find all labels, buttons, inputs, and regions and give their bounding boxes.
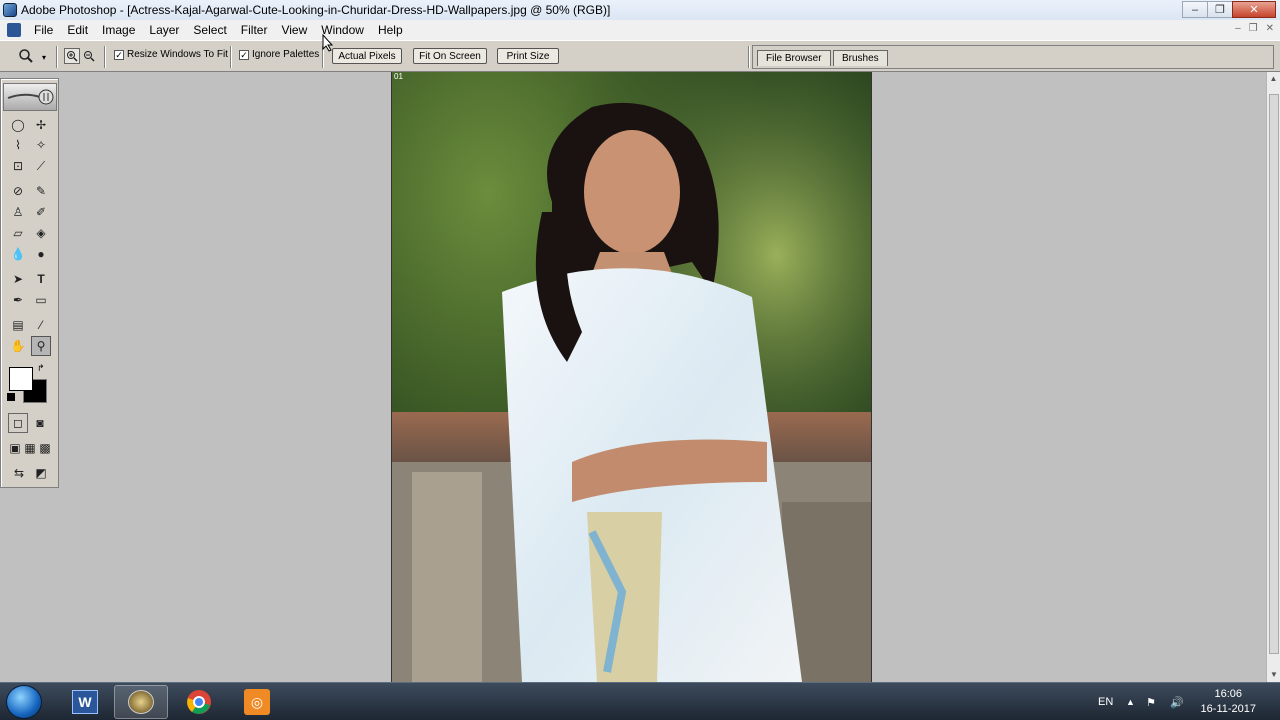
vertical-scrollbar[interactable]: ▲ ▼	[1266, 72, 1280, 682]
document-canvas[interactable]	[391, 72, 872, 682]
minimize-button[interactable]: ‒	[1182, 1, 1208, 18]
magic-wand-tool-icon[interactable]: ✧	[31, 135, 51, 155]
menu-layer[interactable]: Layer	[142, 20, 186, 40]
scroll-up-arrow-icon[interactable]: ▲	[1267, 72, 1280, 86]
zoom-tool-icon[interactable]	[18, 48, 34, 67]
taskbar-word[interactable]: W	[58, 685, 112, 719]
path-selection-tool-icon[interactable]: ➤	[8, 269, 28, 289]
doc-close-button[interactable]: ✕	[1266, 23, 1274, 34]
paint-bucket-tool-icon[interactable]: ◈	[31, 223, 51, 243]
full-screen-mode-icon[interactable]: ▩	[35, 438, 55, 458]
eraser-tool-icon[interactable]: ▱	[8, 223, 28, 243]
taskbar-photoshop[interactable]	[114, 685, 168, 719]
zoom-out-icon[interactable]	[82, 49, 96, 66]
ignore-palettes-checkbox[interactable]: ✓	[239, 49, 249, 60]
rectangle-tool-icon[interactable]: ▭	[31, 290, 51, 310]
document-photo	[392, 72, 871, 682]
blur-tool-icon[interactable]: 💧	[8, 244, 28, 264]
zoom-tool-selected-icon[interactable]: ⚲	[31, 336, 51, 356]
separator	[104, 46, 106, 68]
menu-image[interactable]: Image	[95, 20, 142, 40]
resize-windows-checkbox[interactable]: ✓	[114, 49, 124, 60]
photoshop-icon	[3, 3, 17, 17]
default-colors-icon[interactable]	[7, 393, 15, 401]
swap-colors-icon[interactable]: ↱	[37, 363, 45, 374]
action-center-flag-icon[interactable]: ⚑	[1146, 683, 1156, 720]
separator	[230, 46, 232, 68]
clock-time: 16:06	[1214, 688, 1243, 700]
foreground-color-swatch[interactable]	[9, 367, 33, 391]
separator	[748, 46, 750, 68]
tab-file-browser[interactable]: File Browser	[757, 50, 831, 66]
menu-filter[interactable]: Filter	[234, 20, 275, 40]
tab-brushes[interactable]: Brushes	[833, 50, 888, 66]
type-tool-icon[interactable]: T	[31, 269, 51, 289]
scrollbar-thumb[interactable]	[1269, 94, 1279, 654]
chrome-icon	[187, 690, 211, 714]
history-brush-tool-icon[interactable]: ✐	[31, 202, 51, 222]
word-icon: W	[72, 690, 98, 714]
resize-windows-option[interactable]: ✓ Resize Windows To Fit	[114, 49, 228, 60]
language-indicator[interactable]: EN	[1098, 683, 1113, 720]
imageready-icon[interactable]: ◩	[31, 463, 51, 483]
tools-palette: ◯ ✢ ⌇ ✧ ⊡ ⟋ ⊘ ✎ ♙ ✐ ▱ ◈ 💧 ● ➤ T ✒ ▭ ▤ ⁄ …	[0, 78, 59, 488]
healing-brush-tool-icon[interactable]: ⊘	[8, 181, 28, 201]
notes-tool-icon[interactable]: ▤	[8, 315, 28, 335]
palette-well: File Browser Brushes	[752, 45, 1274, 69]
hand-tool-icon[interactable]: ✋	[8, 336, 28, 356]
menu-edit[interactable]: Edit	[60, 20, 95, 40]
menu-help[interactable]: Help	[371, 20, 410, 40]
tools-palette-header[interactable]	[3, 83, 57, 111]
photoshop-icon	[128, 690, 154, 714]
move-tool-icon[interactable]: ✢	[31, 115, 51, 135]
lasso-tool-icon[interactable]: ⌇	[8, 135, 28, 155]
taskbar: W ◎ EN ▲ ⚑ 🔊 16:06 16-11-2017	[0, 682, 1280, 720]
quick-mask-mode-icon[interactable]: ◙	[30, 413, 50, 433]
window-title: Adobe Photoshop - [Actress-Kajal-Agarwal…	[21, 3, 611, 17]
volume-icon[interactable]: 🔊	[1170, 683, 1184, 720]
system-clock[interactable]: 16:06 16-11-2017	[1201, 687, 1256, 717]
menu-select[interactable]: Select	[186, 20, 233, 40]
jump-to-imageready-icon[interactable]: ⇆	[9, 463, 29, 483]
menu-bar: File Edit Image Layer Select Filter View…	[0, 20, 1280, 40]
standard-mode-icon[interactable]: ◻	[8, 413, 28, 433]
fit-on-screen-button[interactable]: Fit On Screen	[413, 48, 487, 64]
options-bar: ▾ ✓ Resize Windows To Fit ✓ Ignore Palet…	[0, 40, 1280, 72]
pen-tool-icon[interactable]: ✒	[8, 290, 28, 310]
close-button[interactable]: ✕	[1232, 1, 1276, 18]
clone-stamp-tool-icon[interactable]: ♙	[8, 202, 28, 222]
actual-pixels-button[interactable]: Actual Pixels	[332, 48, 402, 64]
dodge-tool-icon[interactable]: ●	[31, 244, 51, 264]
mouse-cursor-icon	[322, 33, 334, 55]
doc-minimize-button[interactable]: ‒	[1235, 23, 1241, 34]
brush-tool-icon[interactable]: ✎	[31, 181, 51, 201]
show-hidden-icons-icon[interactable]: ▲	[1126, 683, 1135, 720]
resize-windows-label: Resize Windows To Fit	[127, 49, 228, 60]
taskbar-vlc[interactable]: ◎	[230, 685, 284, 719]
scroll-down-arrow-icon[interactable]: ▼	[1267, 668, 1280, 682]
marquee-tool-icon[interactable]: ◯	[8, 115, 28, 135]
clock-date: 16-11-2017	[1200, 703, 1256, 715]
slice-tool-icon[interactable]: ⟋	[31, 156, 51, 176]
menu-view[interactable]: View	[274, 20, 314, 40]
separator	[56, 46, 58, 68]
crop-tool-icon[interactable]: ⊡	[8, 156, 28, 176]
ignore-palettes-label: Ignore Palettes	[252, 49, 320, 60]
eyedropper-tool-icon[interactable]: ⁄	[31, 315, 51, 335]
taskbar-chrome[interactable]	[172, 685, 226, 719]
print-size-button[interactable]: Print Size	[497, 48, 559, 64]
title-bar: Adobe Photoshop - [Actress-Kajal-Agarwal…	[0, 0, 1280, 20]
document-window-controls: ‒ ❐ ✕	[1235, 23, 1274, 34]
doc-restore-button[interactable]: ❐	[1249, 23, 1258, 34]
window-controls: ‒ ❐ ✕	[1182, 1, 1276, 18]
vlc-icon: ◎	[244, 689, 270, 715]
start-button[interactable]	[6, 685, 42, 719]
app-menu-icon[interactable]	[7, 23, 21, 37]
menu-file[interactable]: File	[27, 20, 60, 40]
zoom-in-icon[interactable]	[64, 48, 80, 64]
maximize-button[interactable]: ❐	[1207, 1, 1233, 18]
document-corner-label: 01	[394, 72, 403, 81]
tool-preset-dropdown-icon[interactable]: ▾	[42, 53, 46, 62]
ignore-palettes-option[interactable]: ✓ Ignore Palettes	[239, 49, 319, 60]
